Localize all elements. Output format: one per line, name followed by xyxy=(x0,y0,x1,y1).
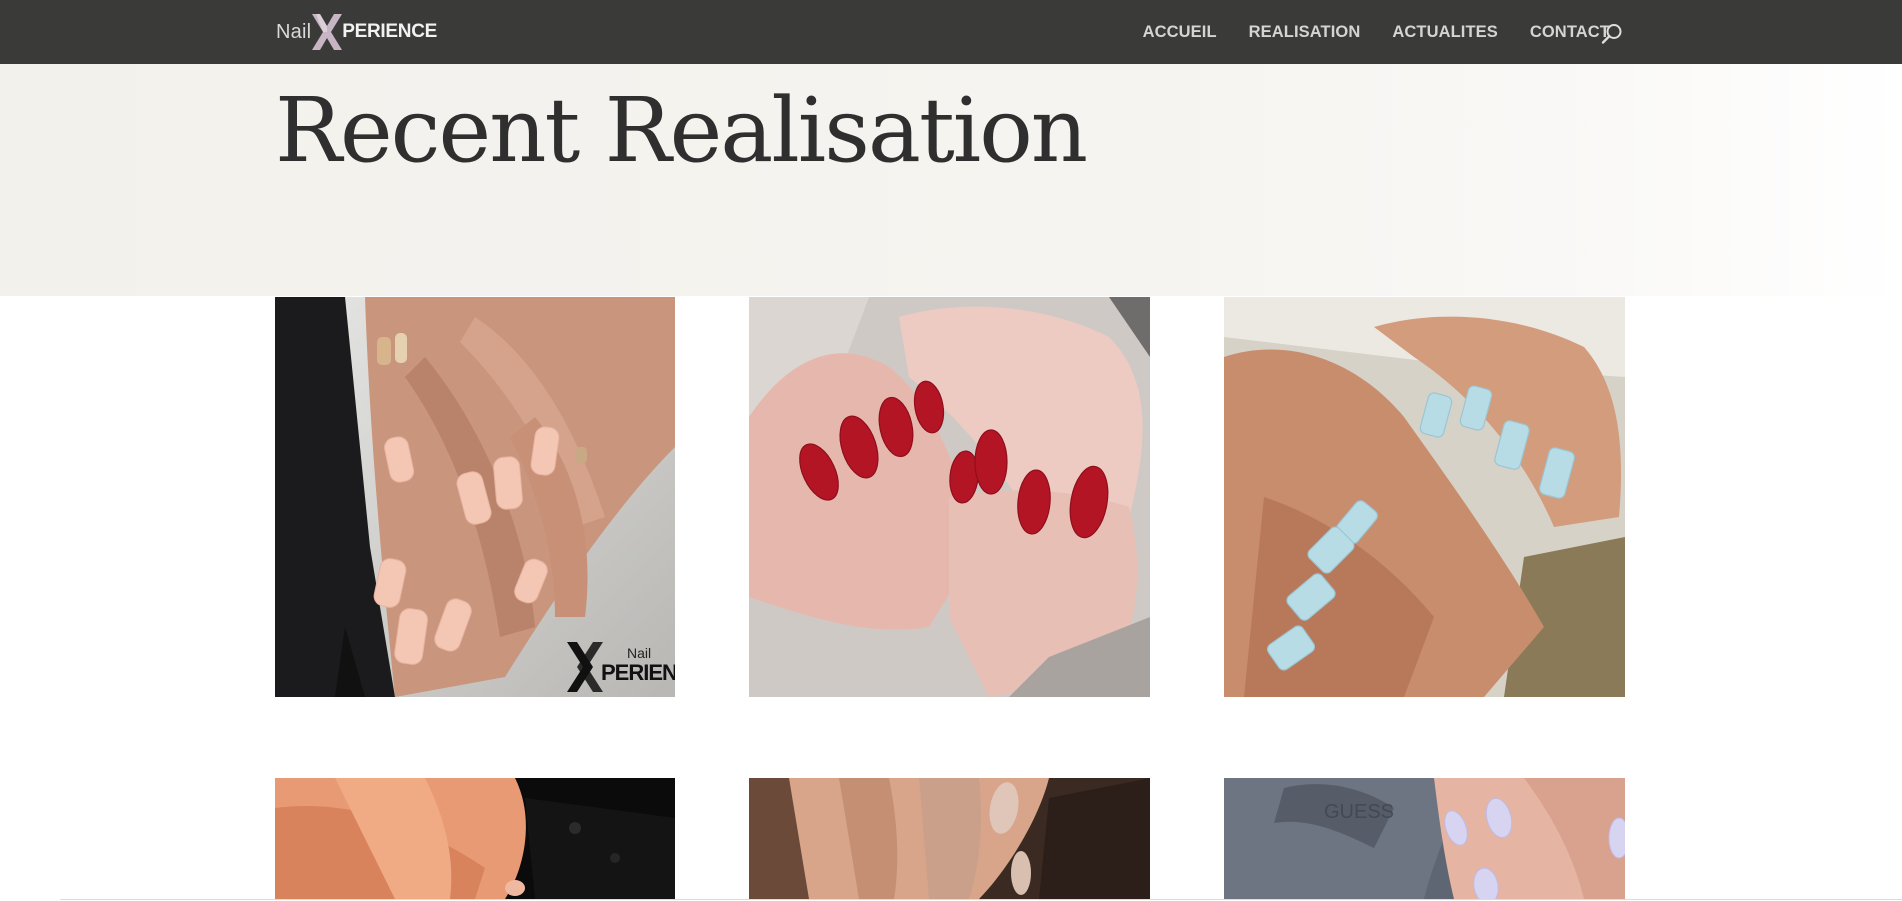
page-bottom-divider xyxy=(60,899,1902,900)
logo-x-mark xyxy=(310,14,344,50)
top-navigation-bar: Nail PERIENCE ACCUEIL REALISATION ACTUAL… xyxy=(0,0,1902,64)
blue-nails-photo xyxy=(1224,297,1625,697)
gallery-image-4[interactable] xyxy=(275,778,675,899)
gallery-image-6[interactable]: GUESS xyxy=(1224,778,1625,899)
watermark-nail-text: Nail xyxy=(627,645,651,661)
search-icon[interactable] xyxy=(1600,22,1624,46)
lavender-nails-photo: GUESS xyxy=(1224,778,1625,899)
page-title: Recent Realisation xyxy=(275,78,1088,182)
nav-link-contact[interactable]: CONTACT xyxy=(1530,23,1610,42)
nude-nails-dark-photo xyxy=(749,778,1150,899)
watermark-perience-text: PERIENC xyxy=(601,660,675,685)
red-nails-photo xyxy=(749,297,1150,697)
main-navigation: ACCUEIL REALISATION ACTUALITES CONTACT xyxy=(1143,0,1610,64)
nav-link-actualites[interactable]: ACTUALITES xyxy=(1392,23,1498,42)
orange-nails-photo xyxy=(275,778,675,899)
nude-nails-photo: Nail PERIENC xyxy=(275,297,675,697)
logo-text-perience: PERIENCE xyxy=(342,21,437,42)
logo-text-nail: Nail xyxy=(276,20,312,43)
nav-link-accueil[interactable]: ACCUEIL xyxy=(1143,23,1217,42)
nav-link-realisation[interactable]: REALISATION xyxy=(1249,23,1361,42)
site-logo[interactable]: Nail PERIENCE xyxy=(276,14,437,50)
hero-banner: Recent Realisation xyxy=(0,64,1902,296)
gallery-image-3[interactable] xyxy=(1224,297,1625,697)
svg-text:GUESS: GUESS xyxy=(1324,801,1394,823)
gallery-image-1[interactable]: Nail PERIENC xyxy=(275,297,675,697)
gallery-image-5[interactable] xyxy=(749,778,1150,899)
gallery-image-2[interactable] xyxy=(749,297,1150,697)
